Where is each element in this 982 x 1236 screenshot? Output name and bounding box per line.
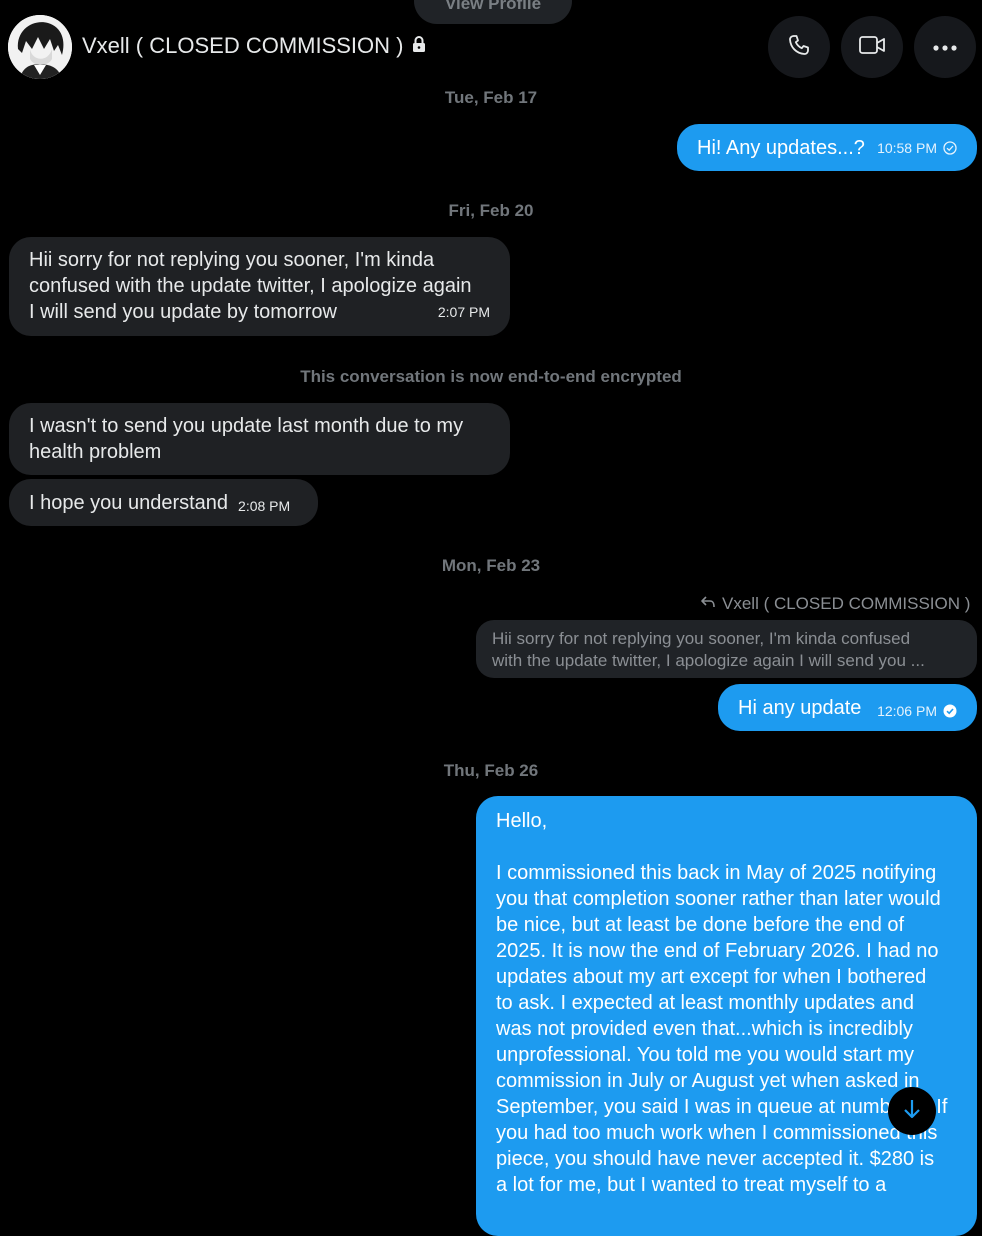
quoted-line: Hii sorry for not replying you sooner, I…: [492, 629, 911, 648]
timestamp-text: 10:58 PM: [877, 139, 937, 156]
message-timestamp: 2:07 PM: [437, 304, 490, 320]
more-icon: [933, 38, 957, 56]
video-call-button[interactable]: [841, 16, 903, 78]
avatar[interactable]: [8, 15, 72, 79]
reply-header: Vxell ( CLOSED COMMISSION ): [700, 594, 970, 614]
sent-check-icon: [943, 140, 957, 155]
chat-title-text: Vxell ( CLOSED COMMISSION ): [82, 33, 404, 58]
video-icon: [858, 34, 886, 61]
message-text: Hi any update: [738, 696, 862, 719]
date-separator: Fri, Feb 20: [448, 201, 534, 220]
message-bubble-outgoing[interactable]: Hi any update 12:06 PM: [718, 684, 977, 731]
date-separator: Thu, Feb 26: [443, 761, 539, 780]
message-line: I wasn't to send you update last month d…: [29, 415, 464, 437]
call-button[interactable]: [768, 16, 830, 78]
message-line: be nice, but at least be done before the…: [496, 914, 905, 936]
message-line: confused with the update twitter, I apol…: [29, 275, 472, 297]
encryption-notice: This conversation is now end-to-end encr…: [300, 367, 682, 386]
message-line: 2025. It is now the end of February 2026…: [496, 940, 939, 962]
read-check-icon: [943, 704, 957, 717]
avatar-image: [8, 15, 72, 79]
message-timestamp: 12:06 PM: [877, 698, 957, 724]
message-line: to ask. I expected at least monthly upda…: [496, 992, 915, 1014]
message-line: piece, you should have never accepted it…: [496, 1148, 935, 1170]
lock-icon: [411, 33, 427, 59]
chat-title[interactable]: Vxell ( CLOSED COMMISSION ): [82, 33, 427, 59]
quoted-message[interactable]: Hii sorry for not replying you sooner, I…: [476, 620, 977, 678]
message-line: you that completion sooner rather than l…: [496, 888, 941, 910]
arrow-down-icon: [902, 1098, 922, 1125]
quoted-line: with the update twitter, I apologize aga…: [492, 651, 925, 670]
message-bubble-incoming[interactable]: I wasn't to send you update last month d…: [9, 403, 510, 475]
message-greeting: Hello,: [496, 810, 548, 832]
timestamp-text: 12:06 PM: [877, 702, 937, 719]
message-line: you had too much work when I commissione…: [496, 1122, 938, 1144]
message-bubble-incoming[interactable]: I hope you understand 2:08 PM: [9, 479, 318, 526]
message-line: updates about my art except for when I b…: [496, 966, 927, 988]
date-separator: Tue, Feb 17: [444, 88, 538, 107]
date-separator: Mon, Feb 23: [441, 556, 541, 575]
phone-icon: [787, 33, 811, 62]
message-text: I hope you understand: [29, 491, 229, 514]
view-profile-button[interactable]: View Profile: [414, 0, 572, 24]
message-line: health problem: [29, 441, 162, 463]
message-line: Hii sorry for not replying you sooner, I…: [29, 249, 435, 271]
message-timestamp: 10:58 PM: [877, 135, 957, 161]
message-text: Hi! Any updates...?: [697, 136, 865, 159]
reply-header-text: Vxell ( CLOSED COMMISSION ): [722, 594, 971, 613]
message-line: a lot for me, but I wanted to treat myse…: [496, 1174, 887, 1196]
more-options-button[interactable]: [914, 16, 976, 78]
message-bubble-outgoing[interactable]: Hi! Any updates...? 10:58 PM: [677, 124, 977, 171]
scroll-to-bottom-button[interactable]: [888, 1087, 936, 1135]
message-line: commission in July or August yet when as…: [496, 1070, 920, 1092]
message-line: I commissioned this back in May of 2025 …: [496, 862, 937, 884]
message-bubble-outgoing[interactable]: Hello, I commissioned this back in May o…: [476, 796, 977, 1236]
message-bubble-incoming[interactable]: Hii sorry for not replying you sooner, I…: [9, 237, 510, 336]
reply-arrow-icon: [700, 594, 716, 614]
message-line: was not provided even that...which is in…: [496, 1018, 913, 1040]
message-timestamp: 2:08 PM: [238, 497, 291, 514]
message-line: unprofessional. You told me you would st…: [496, 1044, 915, 1066]
message-line: I will send you update by tomorrow: [29, 301, 337, 323]
view-profile-label: View Profile: [444, 0, 542, 13]
